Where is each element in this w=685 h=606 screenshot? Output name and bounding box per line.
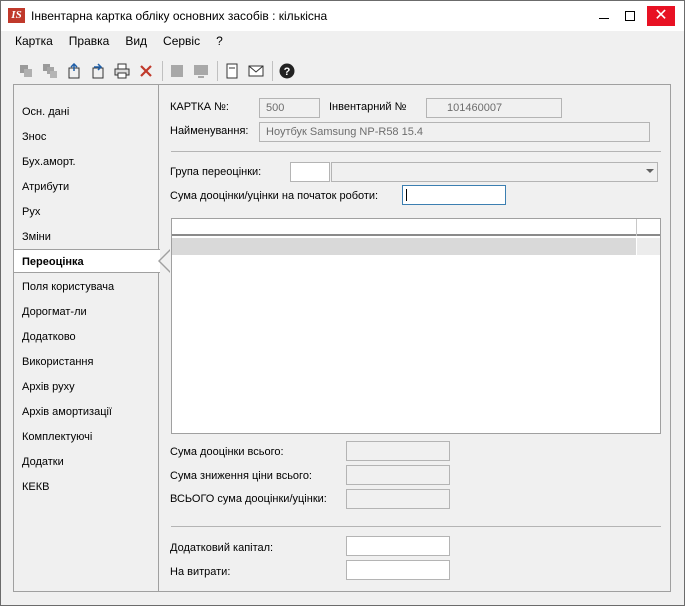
print-icon — [114, 63, 130, 79]
inventory-number-field: 101460007 — [426, 98, 562, 118]
copy-multiple-button[interactable] — [39, 60, 61, 82]
delete-icon — [140, 65, 152, 77]
export-icon — [92, 63, 104, 79]
print-button[interactable] — [111, 60, 133, 82]
revaluation-table[interactable] — [171, 218, 661, 434]
initial-sum-label: Сума дооцінки/уцінки на початок роботи: — [170, 190, 379, 202]
revalue-total-label: Сума дооцінки всього: — [170, 446, 284, 458]
delete-button[interactable] — [135, 60, 157, 82]
document-icon — [226, 63, 238, 79]
import-button[interactable] — [63, 60, 85, 82]
nav-item-attributes[interactable]: Атрибути — [14, 175, 159, 199]
section-nav: Осн. дані Знос Бух.аморт. Атрибути Рух З… — [14, 85, 160, 591]
inventory-number-label: Інвентарний № — [329, 101, 407, 113]
card-number-field: 500 — [259, 98, 320, 118]
nav-item-movement[interactable]: Рух — [14, 200, 159, 224]
name-label: Найменування: — [170, 125, 249, 137]
screen-button[interactable] — [190, 60, 212, 82]
menu-item-help[interactable]: ? — [208, 34, 231, 48]
gray-square-button[interactable] — [166, 60, 188, 82]
mail-icon — [248, 65, 264, 77]
menu-item-view[interactable]: Вид — [117, 34, 155, 48]
revaluation-group-dropdown[interactable] — [641, 162, 658, 182]
svg-text:?: ? — [284, 66, 291, 78]
expenses-input[interactable] — [346, 560, 450, 580]
menu-item-edit[interactable]: Правка — [61, 34, 118, 48]
menu-item-card[interactable]: Картка — [7, 34, 61, 48]
table-row-tail — [637, 238, 660, 255]
window-title: Інвентарна картка обліку основних засобі… — [31, 9, 328, 23]
main-panel: Осн. дані Знос Бух.аморт. Атрибути Рух З… — [13, 84, 671, 592]
table-header — [172, 219, 660, 236]
initial-sum-input[interactable] — [402, 185, 506, 205]
menu-bar: Картка Правка Вид Сервіс ? — [1, 31, 684, 51]
nav-item-movement-archive[interactable]: Архів руху — [14, 375, 159, 399]
help-button[interactable]: ? — [276, 60, 298, 82]
table-header-divider — [636, 219, 637, 236]
decrease-total-label: Сума зниження ціни всього: — [170, 470, 312, 482]
revaluation-group-select[interactable] — [331, 162, 658, 182]
decrease-total-field — [346, 465, 450, 485]
nav-item-changes[interactable]: Зміни — [14, 225, 159, 249]
nav-item-depreciation[interactable]: Знос — [14, 125, 159, 149]
menu-item-service[interactable]: Сервіс — [155, 34, 208, 48]
text-caret — [406, 189, 407, 201]
revalue-total-field — [346, 441, 450, 461]
nav-item-usage[interactable]: Використання — [14, 350, 159, 374]
toolbar-separator — [217, 61, 218, 81]
grand-total-label: ВСЬОГО сума дооцінки/уцінки: — [170, 493, 327, 505]
toolbar-separator — [162, 61, 163, 81]
copy-multiple-icon — [43, 64, 57, 78]
active-tab-pointer-inner — [160, 250, 171, 272]
copy-icon — [20, 65, 32, 77]
revaluation-group-code-input[interactable] — [290, 162, 330, 182]
table-row[interactable] — [172, 238, 636, 255]
close-icon: ✕ — [647, 6, 675, 26]
nav-item-main-data[interactable]: Осн. дані — [14, 100, 159, 124]
screen-icon — [194, 65, 208, 78]
additional-capital-label: Додатковий капітал: — [170, 542, 274, 554]
app-window: IS Інвентарна картка обліку основних зас… — [0, 0, 685, 606]
mail-button[interactable] — [245, 60, 267, 82]
import-icon — [68, 63, 80, 79]
nav-item-kekv[interactable]: КЕКВ — [14, 475, 159, 499]
grand-total-field — [346, 489, 450, 509]
nav-item-amortization-archive[interactable]: Архів амортизації — [14, 400, 159, 424]
nav-item-user-fields[interactable]: Поля користувача — [14, 275, 159, 299]
divider — [171, 526, 661, 527]
close-button[interactable]: ✕ — [644, 1, 678, 31]
nav-item-components[interactable]: Комплектуючі — [14, 425, 159, 449]
maximize-icon — [625, 11, 635, 21]
chevron-down-icon — [646, 169, 654, 173]
divider — [171, 151, 661, 152]
nav-item-precious-materials[interactable]: Дорогмат-ли — [14, 300, 159, 324]
minimize-icon — [599, 17, 609, 19]
toolbar-separator — [272, 61, 273, 81]
card-number-label: КАРТКА №: — [170, 101, 229, 113]
toolbar: ? — [15, 59, 300, 83]
nav-item-attachments[interactable]: Додатки — [14, 450, 159, 474]
name-field: Ноутбук Samsung NP-R58 15.4 — [259, 122, 650, 142]
nav-item-additional[interactable]: Додатково — [14, 325, 159, 349]
square-gray-icon — [171, 65, 183, 77]
help-icon: ? — [279, 63, 295, 79]
expenses-label: На витрати: — [170, 566, 231, 578]
title-bar: IS Інвентарна картка обліку основних зас… — [1, 1, 684, 31]
app-logo: IS — [8, 8, 25, 23]
maximize-button[interactable] — [613, 1, 647, 31]
revaluation-group-label: Група переоцінки: — [170, 166, 262, 178]
copy-button[interactable] — [15, 60, 37, 82]
nav-item-revaluation[interactable]: Переоцінка — [14, 249, 160, 273]
additional-capital-input[interactable] — [346, 536, 450, 556]
nav-item-accounting-amort[interactable]: Бух.аморт. — [14, 150, 159, 174]
export-button[interactable] — [87, 60, 109, 82]
document-button[interactable] — [221, 60, 243, 82]
